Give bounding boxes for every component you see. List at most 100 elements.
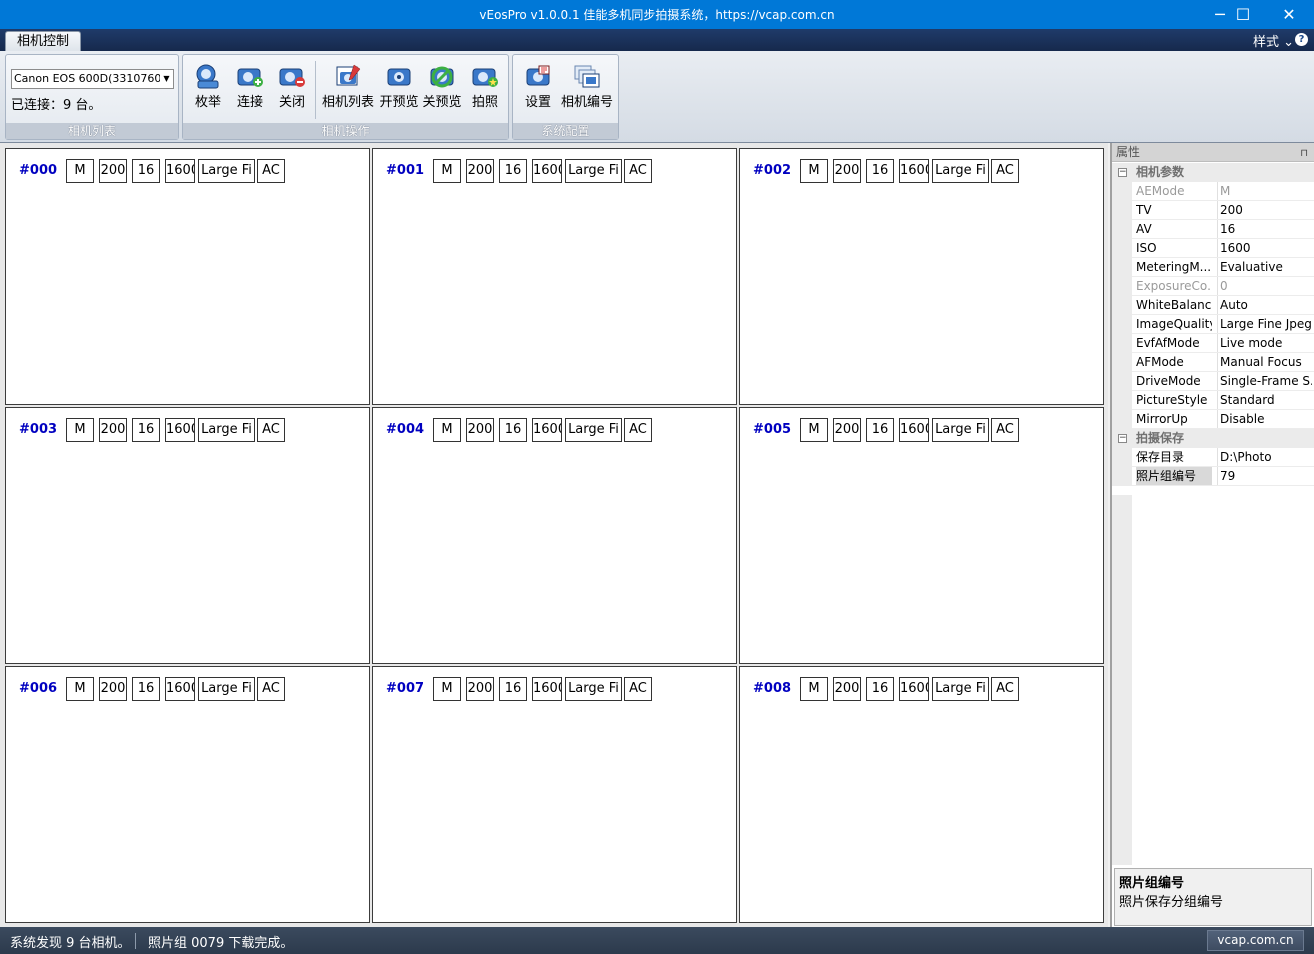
white-balance-field: AC — [257, 677, 285, 701]
image-quality-field: Large Fi — [932, 159, 989, 183]
property-row-gutter — [1112, 334, 1132, 353]
image-quality-field: Large Fi — [932, 418, 989, 442]
property-value[interactable]: Disable — [1217, 410, 1312, 428]
camera-cell[interactable]: #006 M200161600Large FiAC — [5, 666, 370, 923]
camera-cell[interactable]: #003 M200161600Large FiAC — [5, 407, 370, 664]
camera-cell[interactable]: #005 M200161600Large FiAC — [739, 407, 1104, 664]
property-name: MirrorUp — [1136, 412, 1188, 426]
property-name: WhiteBalance — [1136, 298, 1212, 312]
property-row[interactable]: AFMode Manual Focus — [1112, 353, 1314, 372]
camera-cell[interactable]: #002 M200161600Large FiAC — [739, 148, 1104, 405]
property-value[interactable]: 79 — [1217, 467, 1312, 485]
tv-field: 200 — [466, 418, 494, 442]
stop-preview-button[interactable]: 关预览 — [421, 61, 463, 113]
camera-id: #002 — [753, 163, 792, 178]
camera-number-button[interactable]: 相机编号 — [560, 61, 614, 113]
start-preview-button[interactable]: 开预览 — [379, 61, 419, 113]
status-divider — [135, 933, 136, 949]
property-name: ImageQuality — [1136, 317, 1212, 331]
property-value[interactable]: Evaluative — [1217, 258, 1312, 276]
camera-cell[interactable]: #007 M200161600Large FiAC — [372, 666, 737, 923]
property-row[interactable]: PictureStyle Standard — [1112, 391, 1314, 410]
title-bar: vEosPro v1.0.0.1 佳能多机同步拍摄系统，https://vcap… — [0, 0, 1314, 29]
av-field: 16 — [866, 677, 894, 701]
settings-button[interactable]: 设置 — [518, 61, 558, 113]
property-category[interactable]: − 拍摄保存 — [1112, 429, 1314, 448]
enumerate-button[interactable]: 枚举 — [190, 61, 226, 113]
ae-mode-field: M — [433, 418, 461, 442]
camera-list-icon — [336, 64, 361, 86]
tv-field: 200 — [833, 418, 861, 442]
style-menu[interactable]: 样式 ⌄ — [1253, 31, 1294, 50]
property-row[interactable]: MirrorUp Disable — [1112, 410, 1314, 429]
property-row-gutter — [1112, 315, 1132, 334]
camera-cell[interactable]: #004 M200161600Large FiAC — [372, 407, 737, 664]
property-value[interactable]: D:\Photo — [1217, 448, 1312, 466]
shoot-button[interactable]: 拍照 — [467, 61, 503, 113]
property-row-gutter — [1112, 239, 1132, 258]
status-website[interactable]: vcap.com.cn — [1207, 930, 1304, 951]
property-row[interactable]: 照片组编号 79 — [1112, 467, 1314, 486]
image-quality-field: Large Fi — [198, 418, 255, 442]
property-row[interactable]: ISO 1600 — [1112, 239, 1314, 258]
property-category[interactable]: − 相机参数 — [1112, 163, 1314, 182]
white-balance-field: AC — [991, 418, 1019, 442]
group-label-system-config: 系统配置 — [513, 123, 618, 139]
iso-field: 1600 — [899, 159, 929, 183]
property-value[interactable]: 1600 — [1217, 239, 1312, 257]
close-button[interactable]: ✕ — [1266, 0, 1312, 29]
property-row[interactable]: 保存目录 D:\Photo — [1112, 448, 1314, 467]
ae-mode-field: M — [66, 159, 94, 183]
camera-list-button[interactable]: 相机列表 — [320, 61, 376, 113]
property-description: 照片组编号 照片保存分组编号 — [1114, 868, 1312, 926]
camera-cell[interactable]: #001 M200161600Large FiAC — [372, 148, 737, 405]
collapse-icon[interactable]: − — [1118, 434, 1127, 443]
property-row[interactable]: MeteringM... Evaluative — [1112, 258, 1314, 277]
property-row[interactable]: DriveMode Single-Frame S... — [1112, 372, 1314, 391]
property-value[interactable]: 200 — [1217, 201, 1312, 219]
property-value[interactable]: 16 — [1217, 220, 1312, 238]
iso-field: 1600 — [899, 418, 929, 442]
status-download: 照片组 0079 下载完成。 — [148, 936, 294, 951]
chevron-down-icon[interactable]: ▼ — [160, 70, 173, 88]
white-balance-field: AC — [257, 418, 285, 442]
property-panel: 属性 ⊓ − 相机参数 AEMode M TV 200 AV 16 ISO 1600 Meterin… — [1110, 143, 1314, 927]
property-row[interactable]: WhiteBalance Auto — [1112, 296, 1314, 315]
camera-cell[interactable]: #000 M200161600Large FiAC — [5, 148, 370, 405]
collapse-icon[interactable]: − — [1118, 168, 1127, 177]
property-row[interactable]: AV 16 — [1112, 220, 1314, 239]
camera-select[interactable]: Canon EOS 600D(331076023( ▼ — [11, 69, 174, 89]
property-row[interactable]: EvfAfMode Live mode — [1112, 334, 1314, 353]
camera-cell[interactable]: #008 M200161600Large FiAC — [739, 666, 1104, 923]
image-quality-field: Large Fi — [565, 418, 622, 442]
property-row[interactable]: ExposureCo... 0 — [1112, 277, 1314, 296]
property-value[interactable]: Large Fine Jpeg — [1217, 315, 1312, 333]
property-row-gutter — [1112, 448, 1132, 467]
property-value[interactable]: 0 — [1217, 277, 1312, 295]
property-row[interactable]: AEMode M — [1112, 182, 1314, 201]
help-icon[interactable]: ? — [1295, 33, 1308, 46]
image-quality-field: Large Fi — [198, 677, 255, 701]
property-row[interactable]: ImageQuality Large Fine Jpeg — [1112, 315, 1314, 334]
property-row[interactable]: TV 200 — [1112, 201, 1314, 220]
tv-field: 200 — [99, 418, 127, 442]
property-value[interactable]: Single-Frame S... — [1217, 372, 1312, 390]
property-name: ExposureCo... — [1136, 279, 1212, 293]
property-value[interactable]: M — [1217, 182, 1312, 200]
pin-icon[interactable]: ⊓ — [1300, 144, 1308, 163]
property-panel-header: 属性 ⊓ — [1112, 143, 1314, 162]
start-preview-label: 开预览 — [379, 95, 419, 110]
av-field: 16 — [499, 159, 527, 183]
close-icon: ✕ — [1282, 5, 1296, 24]
close-camera-button[interactable]: 关闭 — [274, 61, 310, 113]
property-row-gutter — [1112, 372, 1132, 391]
property-value[interactable]: Standard — [1217, 391, 1312, 409]
av-field: 16 — [132, 677, 160, 701]
connect-button[interactable]: 连接 — [232, 61, 268, 113]
maximize-button[interactable]: ☐ — [1220, 0, 1266, 29]
property-value[interactable]: Manual Focus — [1217, 353, 1312, 371]
tab-camera-control[interactable]: 相机控制 — [5, 31, 81, 52]
property-value[interactable]: Auto — [1217, 296, 1312, 314]
property-value[interactable]: Live mode — [1217, 334, 1312, 352]
close-camera-label: 关闭 — [278, 95, 305, 110]
